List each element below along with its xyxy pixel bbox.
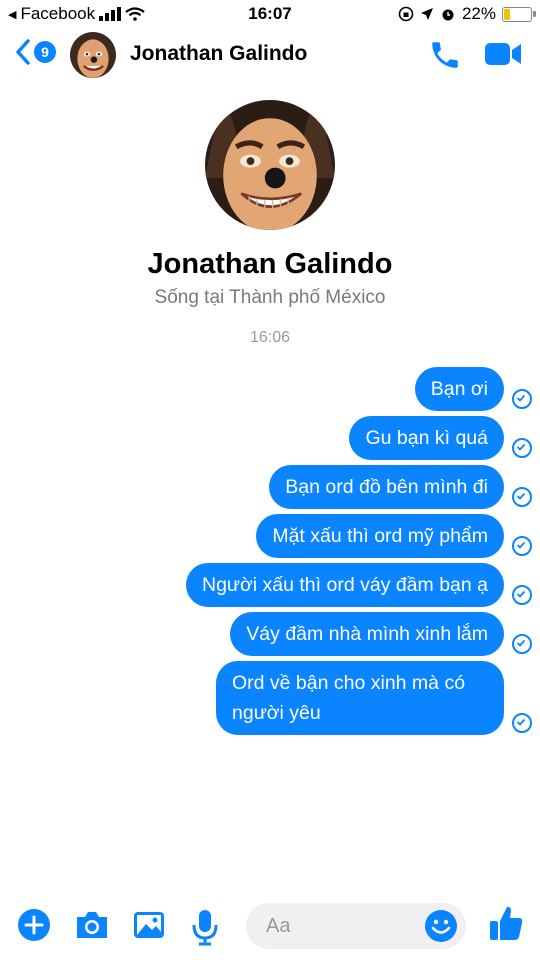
alarm-icon (442, 9, 454, 21)
video-camera-icon (485, 43, 521, 65)
add-button[interactable] (17, 908, 51, 947)
rotation-lock-icon (398, 6, 414, 22)
message-input[interactable]: Aa (246, 903, 466, 949)
gallery-button[interactable] (132, 908, 166, 947)
thumbs-up-icon (490, 906, 523, 940)
delivered-check-icon (512, 634, 532, 654)
delivered-check-icon (512, 585, 532, 605)
message-bubble[interactable]: Mặt xấu thì ord mỹ phẩm (256, 514, 504, 558)
camera-icon (77, 912, 107, 938)
voice-call-button[interactable] (428, 38, 462, 77)
battery-fill (504, 8, 510, 20)
avatar-image (70, 32, 116, 78)
status-right: 22% (398, 4, 536, 24)
delivered-check-icon (512, 713, 532, 733)
emoji-button[interactable] (424, 909, 458, 948)
message-bubble[interactable]: Gu bạn kì quá (349, 416, 504, 460)
like-button[interactable] (488, 904, 524, 947)
unread-badge: 9 (34, 41, 56, 63)
message-bubble[interactable]: Ord về bận cho xinh mà có người yêu (216, 661, 504, 735)
voice-message-button[interactable] (190, 908, 220, 951)
battery-percent: 22% (461, 4, 496, 23)
message-bubble[interactable]: Váy đầm nhà mình xinh lắm (230, 612, 504, 656)
message-row: Mặt xấu thì ord mỹ phẩm (256, 514, 532, 558)
message-row: Người xấu thì ord váy đầm bạn ạ (186, 563, 532, 607)
phone-icon (432, 42, 458, 68)
delivered-check-icon (512, 438, 532, 458)
conversation-timestamp: 16:06 (249, 329, 291, 346)
message-row: Gu bạn kì quá (349, 416, 532, 460)
message-row: Bạn ơi (414, 367, 532, 411)
message-list: Bạn ơi Gu bạn kì quá Bạn ord đồ bên mình… (144, 367, 532, 735)
image-icon (134, 912, 164, 938)
composer-bar: Aa (0, 900, 540, 956)
delivered-check-icon (512, 389, 532, 409)
microphone-icon (192, 910, 218, 946)
camera-button[interactable] (74, 908, 110, 947)
profile-avatar[interactable] (205, 100, 335, 230)
message-row: Ord về bận cho xinh mà có người yêu (216, 661, 532, 735)
message-input-placeholder: Aa (266, 915, 291, 937)
message-row: Váy đầm nhà mình xinh lắm (230, 612, 532, 656)
video-call-button[interactable] (484, 40, 522, 73)
delivered-check-icon (512, 487, 532, 507)
profile-location: Sống tại Thành phố México (154, 287, 386, 308)
smiley-icon (425, 910, 457, 942)
contact-avatar[interactable] (70, 32, 116, 78)
message-bubble[interactable]: Bạn ơi (414, 367, 504, 411)
battery-icon (502, 6, 536, 22)
location-icon (420, 8, 433, 20)
profile-image (205, 100, 335, 230)
plus-circle-icon (18, 909, 50, 941)
chevron-left-icon (16, 39, 30, 65)
contact-name[interactable]: Jonathan Galindo (130, 42, 307, 66)
profile-name: Jonathan Galindo (147, 248, 393, 280)
back-button[interactable]: 9 (14, 38, 56, 66)
message-bubble[interactable]: Người xấu thì ord váy đầm bạn ạ (186, 563, 504, 607)
status-bar: ◀ Facebook 16:07 22% (0, 0, 540, 28)
message-bubble[interactable]: Bạn ord đồ bên mình đi (269, 465, 504, 509)
delivered-check-icon (512, 536, 532, 556)
conversation-header: 9 Jonathan Galindo (0, 28, 540, 84)
message-row: Bạn ord đồ bên mình đi (269, 465, 532, 509)
